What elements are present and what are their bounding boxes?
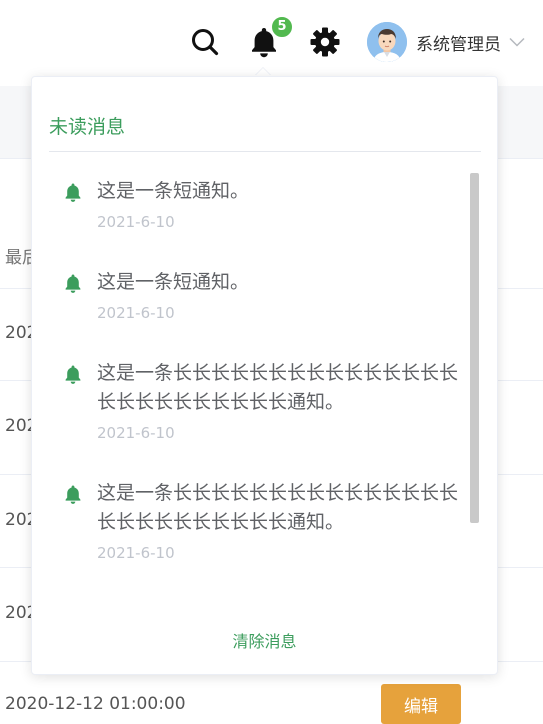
message-item[interactable]: 这是一条长长长长长长长长长长长长长长长长长长长长长长长长长通知。 2021-6-… xyxy=(49,359,469,443)
user-name: 系统管理员 xyxy=(416,34,501,55)
message-date: 2021-6-10 xyxy=(97,213,175,231)
message-item[interactable]: 这是一条短通知。 2021-6-10 xyxy=(49,177,469,232)
message-item[interactable]: 这是一条长长长长长长长长长长长长长长长长长长长长长长长长长通知。 2021-6-… xyxy=(49,479,469,563)
message-date: 2021-6-10 xyxy=(97,304,175,322)
message-date: 2021-6-10 xyxy=(97,424,175,442)
bell-icon xyxy=(63,273,83,293)
message-item[interactable]: 这是一条短通知。 2021-6-10 xyxy=(49,268,469,323)
notification-popover: 未读消息 这是一条短通知。 2021-6-10 这是一条短通知。 2021-6-… xyxy=(31,76,498,675)
message-text: 这是一条短通知。 xyxy=(97,180,250,202)
top-header: 5 系统管理员 xyxy=(0,0,543,86)
scrollbar-thumb[interactable] xyxy=(470,173,479,523)
search-icon[interactable] xyxy=(188,24,222,60)
popover-arrow xyxy=(255,68,271,76)
message-text: 这是一条长长长长长长长长长长长长长长长长长长长长长长长长长通知。 xyxy=(97,482,459,533)
message-date: 2021-6-10 xyxy=(97,544,175,562)
message-text: 这是一条长长长长长长长长长长长长长长长长长长长长长长长长长通知。 xyxy=(97,362,459,413)
gear-icon[interactable] xyxy=(308,24,342,60)
message-list: 这是一条短通知。 2021-6-10 这是一条短通知。 2021-6-10 这是… xyxy=(49,177,469,563)
message-text: 这是一条短通知。 xyxy=(97,271,250,293)
table-cell-time: 2020-12-12 01:00:00 xyxy=(5,694,186,714)
user-menu[interactable]: 系统管理员 xyxy=(367,21,525,63)
bell-icon xyxy=(63,484,83,504)
clear-messages-link[interactable]: 清除消息 xyxy=(32,628,497,652)
unread-count-badge: 5 xyxy=(270,15,294,39)
bell-icon xyxy=(63,182,83,202)
divider xyxy=(49,151,481,152)
popover-title: 未读消息 xyxy=(49,116,126,138)
edit-button[interactable]: 编辑 xyxy=(381,684,461,724)
bell-icon xyxy=(63,364,83,384)
avatar xyxy=(367,22,407,62)
chevron-down-icon xyxy=(509,37,525,47)
